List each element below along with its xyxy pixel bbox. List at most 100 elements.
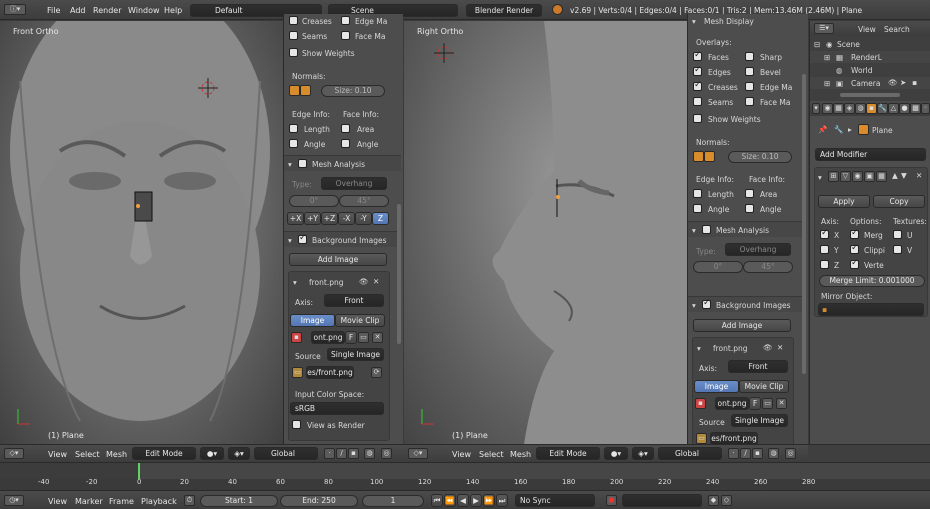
orientation-select[interactable]: Global xyxy=(254,447,318,460)
bg-images-header-r[interactable]: ▾ Background Images xyxy=(688,296,805,312)
face-select-icon[interactable]: ▪ xyxy=(348,448,359,459)
unlink-icon[interactable]: ✕ xyxy=(372,332,383,343)
outliner-editor-icon[interactable]: ☰▾ xyxy=(814,23,834,34)
image-tab[interactable]: Image xyxy=(290,314,335,327)
layers-tab-icon[interactable]: ▦ xyxy=(833,103,844,114)
add-image-button[interactable]: Add Image xyxy=(289,253,387,266)
edge-angle-check-r[interactable] xyxy=(693,204,702,213)
max-angle-field[interactable]: 45° xyxy=(339,195,389,207)
timeline-editor-icon[interactable]: ◷▾ xyxy=(4,495,24,506)
show-weights-check-r[interactable] xyxy=(693,114,702,123)
mode-select-r[interactable]: Edit Mode xyxy=(536,447,600,460)
outliner-row-world[interactable]: ◍ World xyxy=(810,64,930,76)
axis-nz[interactable]: Z xyxy=(372,212,389,225)
keying-set-field[interactable] xyxy=(622,494,702,507)
tex-v-check[interactable] xyxy=(893,245,902,254)
close-icon[interactable]: ✕ xyxy=(777,343,783,352)
timeline-frame-menu[interactable]: Frame xyxy=(109,497,134,506)
axis-x-check[interactable] xyxy=(820,228,829,239)
vertex-groups-check[interactable] xyxy=(850,258,859,269)
scene-tab-icon[interactable]: ◈ xyxy=(844,103,855,114)
vertex-normal-icon-r[interactable] xyxy=(693,151,704,162)
select-arrow-icon[interactable]: ➤ xyxy=(900,78,906,87)
eye-icon[interactable]: 👁 xyxy=(763,343,773,352)
delete-keyframe-icon[interactable]: ◇ xyxy=(721,495,732,506)
end-frame-field[interactable]: End: 250 xyxy=(280,495,358,507)
bg-images-check[interactable] xyxy=(298,233,307,244)
area-check[interactable] xyxy=(341,124,350,133)
outliner-view-menu[interactable]: View xyxy=(858,25,876,34)
mode-select[interactable]: Edit Mode xyxy=(132,447,196,460)
world-tab-icon[interactable]: ◍ xyxy=(855,103,866,114)
image-file-field-r[interactable]: ont.png xyxy=(715,397,749,410)
realtime-toggle-icon[interactable]: ▣ xyxy=(864,171,875,182)
texture-tab-icon[interactable]: ▩ xyxy=(910,103,921,114)
mesh-analysis-header-r[interactable]: ▾ Mesh Analysis xyxy=(688,221,805,237)
unlink-icon-r[interactable]: ✕ xyxy=(776,398,787,409)
sync-select[interactable]: No Sync xyxy=(515,494,595,507)
face-angle-check[interactable] xyxy=(341,139,350,148)
edge-angle-check[interactable] xyxy=(289,139,298,148)
outliner-row-scene[interactable]: ⊟ ◉ Scene xyxy=(810,38,930,50)
data-tab-icon[interactable]: △ xyxy=(888,103,899,114)
insert-keyframe-icon[interactable]: ◆ xyxy=(708,495,719,506)
face-marks-check-r[interactable] xyxy=(745,97,754,106)
mesh-analysis-check[interactable] xyxy=(298,159,307,168)
menu-select[interactable]: Select xyxy=(75,450,100,459)
axis-select[interactable]: Front xyxy=(324,294,384,307)
preview-range-icon[interactable]: ⏱ xyxy=(184,495,195,506)
visibility-eye-icon[interactable]: 👁 xyxy=(888,78,898,87)
folder-icon-r[interactable]: ▭ xyxy=(762,398,773,409)
viewport-front[interactable]: Front Ortho (1) Plane xyxy=(0,21,283,444)
image-browse-icon-r[interactable]: ▪ xyxy=(695,398,706,409)
normal-size-field-r[interactable]: Size: 0.10 xyxy=(728,151,792,163)
limit-selection-icon-r[interactable]: ◍ xyxy=(768,448,779,459)
shading-select[interactable]: ●▾ xyxy=(200,447,224,460)
show-weights-check[interactable] xyxy=(289,48,298,57)
timeline-marker-menu[interactable]: Marker xyxy=(75,497,103,506)
fake-user-button-r[interactable]: F xyxy=(749,397,761,410)
menu-select-r[interactable]: Select xyxy=(479,450,504,459)
proportional-edit-icon-r[interactable]: ◎ xyxy=(785,448,796,459)
menu-render[interactable]: Render xyxy=(93,6,121,15)
cage-toggle-icon[interactable]: ▦ xyxy=(876,171,887,182)
bg-images-check-r[interactable] xyxy=(702,298,711,309)
face-select-icon-r[interactable]: ▪ xyxy=(752,448,763,459)
source-select-r[interactable]: Single Image xyxy=(731,414,788,427)
folder-open-icon-r[interactable]: ▭ xyxy=(696,433,707,444)
shading-select-r[interactable]: ●▾ xyxy=(604,447,628,460)
outliner-row-renderlayers[interactable]: ⊞ ▦ RenderL xyxy=(810,51,930,63)
face-marks-check[interactable] xyxy=(341,31,350,40)
vertex-select-icon-r[interactable]: · xyxy=(728,448,739,459)
color-space-select[interactable]: sRGB xyxy=(290,402,384,415)
material-tab-icon[interactable]: ● xyxy=(899,103,910,114)
render-engine-select[interactable]: Blender Render xyxy=(466,4,542,17)
merge-check[interactable] xyxy=(850,228,859,239)
menu-file[interactable]: File xyxy=(47,6,60,15)
physics-tab-icon[interactable]: ◦ xyxy=(921,103,930,114)
axis-z-check[interactable] xyxy=(820,260,829,269)
type-select[interactable]: Overhang xyxy=(321,177,387,190)
sharp-check[interactable] xyxy=(745,52,754,61)
menu-view-r[interactable]: View xyxy=(452,450,471,459)
limit-selection-icon[interactable]: ◍ xyxy=(364,448,375,459)
mirror-object-field[interactable]: ▪ xyxy=(818,303,924,316)
fake-user-button[interactable]: F xyxy=(345,331,357,344)
faces-check[interactable] xyxy=(693,50,702,61)
face-angle-check-r[interactable] xyxy=(745,204,754,213)
menu-add[interactable]: Add xyxy=(70,6,86,15)
menu-window[interactable]: Window xyxy=(128,6,160,15)
merge-limit-field[interactable]: Merge Limit: 0.001000 xyxy=(819,275,925,287)
edge-select-icon[interactable]: / xyxy=(336,448,347,459)
apply-button[interactable]: Apply xyxy=(818,195,870,208)
folder-icon[interactable]: ▭ xyxy=(358,332,369,343)
render-tab-icon[interactable]: ◉ xyxy=(822,103,833,114)
view-as-render-check[interactable] xyxy=(292,420,301,429)
panel-scrollbar[interactable] xyxy=(397,204,401,344)
image-browse-icon[interactable]: ▪ xyxy=(291,332,302,343)
folder-open-icon[interactable]: ▭ xyxy=(292,367,303,378)
menu-mesh[interactable]: Mesh xyxy=(106,450,127,459)
outliner-row-camera[interactable]: ⊞ ▣ Camera 👁 ➤ ▪ xyxy=(810,77,930,89)
jump-end-button[interactable]: ⏭ xyxy=(496,494,508,507)
reload-icon[interactable]: ⟳ xyxy=(371,367,382,378)
